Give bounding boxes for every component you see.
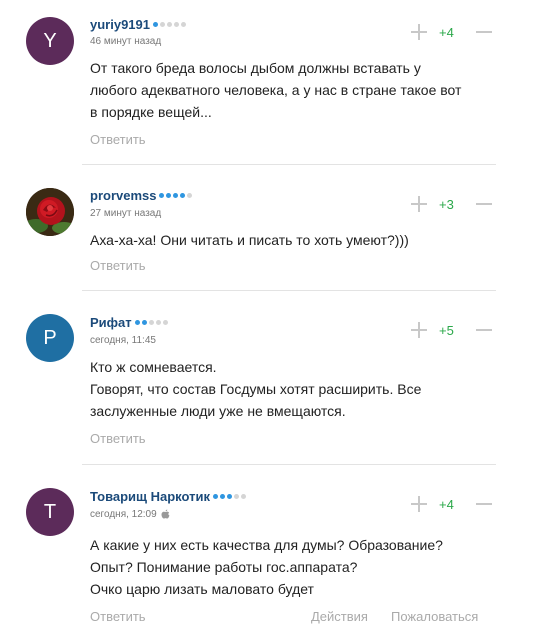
author-link[interactable]: Товарищ Наркотик: [90, 489, 210, 504]
comment-line: в порядке вещей...: [90, 104, 212, 120]
comment-line: любого адекватного человека, а у нас в с…: [90, 82, 462, 98]
score: +5: [439, 322, 454, 338]
comment-line: От такого бреда волосы дыбом должны вста…: [90, 60, 421, 76]
vote-widget: +4: [410, 23, 493, 41]
rating-dots: [159, 193, 193, 198]
author-line: yuriy9191: [90, 17, 186, 32]
comment-time: 27 минут назад: [90, 208, 161, 219]
minus-icon[interactable]: [475, 321, 493, 339]
avatar-letter: Y: [43, 29, 57, 52]
rating-dots: [134, 320, 168, 325]
vote-widget: +5: [410, 321, 493, 339]
author-link[interactable]: yuriy9191: [90, 17, 150, 32]
comment-line: Очко царю лизать маловато будет: [90, 581, 314, 597]
author-link[interactable]: prorvemss: [90, 188, 156, 203]
score: +3: [439, 196, 454, 212]
apple-icon: [161, 509, 170, 519]
divider: [82, 290, 496, 291]
avatar[interactable]: T: [26, 488, 74, 536]
comment-line: Кто ж сомневается.: [90, 359, 217, 375]
time-text: 46 минут назад: [90, 36, 162, 47]
plus-icon[interactable]: [410, 321, 428, 339]
avatar[interactable]: Y: [26, 17, 74, 65]
author-line: Товарищ Наркотик: [90, 489, 247, 504]
comment-text: А какие у них есть качества для думы? Об…: [90, 534, 490, 600]
author-link[interactable]: Рифат: [90, 315, 132, 330]
rating-dots: [153, 22, 186, 27]
divider: [82, 464, 496, 465]
report-link[interactable]: Пожаловаться: [391, 609, 478, 624]
comment-line: заслуженные люди уже не вмещаются.: [90, 403, 346, 419]
comment-line: Опыт? Понимание работы гос.аппарата?: [90, 559, 358, 575]
author-line: Рифат: [90, 315, 168, 330]
author-line: prorvemss: [90, 188, 193, 203]
actions-link[interactable]: Действия: [311, 609, 368, 624]
reply-link[interactable]: Ответить: [90, 132, 146, 147]
avatar-letter: P: [43, 326, 57, 349]
time-text: сегодня, 11:45: [90, 335, 156, 346]
comment-line: Аха-ха-ха! Они читать и писать то хоть у…: [90, 232, 409, 248]
avatar-letter: T: [43, 500, 57, 523]
score: +4: [439, 496, 454, 512]
comment-time: сегодня, 11:45: [90, 335, 156, 346]
vote-widget: +4: [410, 495, 493, 513]
minus-icon[interactable]: [475, 195, 493, 213]
minus-icon[interactable]: [475, 495, 493, 513]
score: +4: [439, 24, 454, 40]
avatar[interactable]: [26, 188, 74, 236]
plus-icon[interactable]: [410, 195, 428, 213]
time-text: 27 минут назад: [90, 208, 162, 219]
avatar[interactable]: P: [26, 314, 74, 362]
plus-icon[interactable]: [410, 495, 428, 513]
time-text: сегодня, 12:09: [90, 509, 157, 520]
comment-text: Аха-ха-ха! Они читать и писать то хоть у…: [90, 229, 490, 251]
reply-link[interactable]: Ответить: [90, 609, 146, 624]
comment-time: 46 минут назад: [90, 36, 161, 47]
reply-link[interactable]: Ответить: [90, 431, 146, 446]
plus-icon[interactable]: [410, 23, 428, 41]
comment-line: Говорят, что состав Госдумы хотят расшир…: [90, 381, 422, 397]
comment-time: сегодня, 12:09: [90, 509, 170, 520]
comment-line: А какие у них есть качества для думы? Об…: [90, 537, 443, 553]
comment-text: От такого бреда волосы дыбом должны вста…: [90, 57, 490, 123]
divider: [82, 164, 496, 165]
reply-link[interactable]: Ответить: [90, 258, 146, 273]
minus-icon[interactable]: [475, 23, 493, 41]
comment-text: Кто ж сомневается. Говорят, что состав Г…: [90, 356, 490, 422]
vote-widget: +3: [410, 195, 493, 213]
rose-photo-icon: [26, 188, 74, 236]
rating-dots: [213, 494, 247, 499]
